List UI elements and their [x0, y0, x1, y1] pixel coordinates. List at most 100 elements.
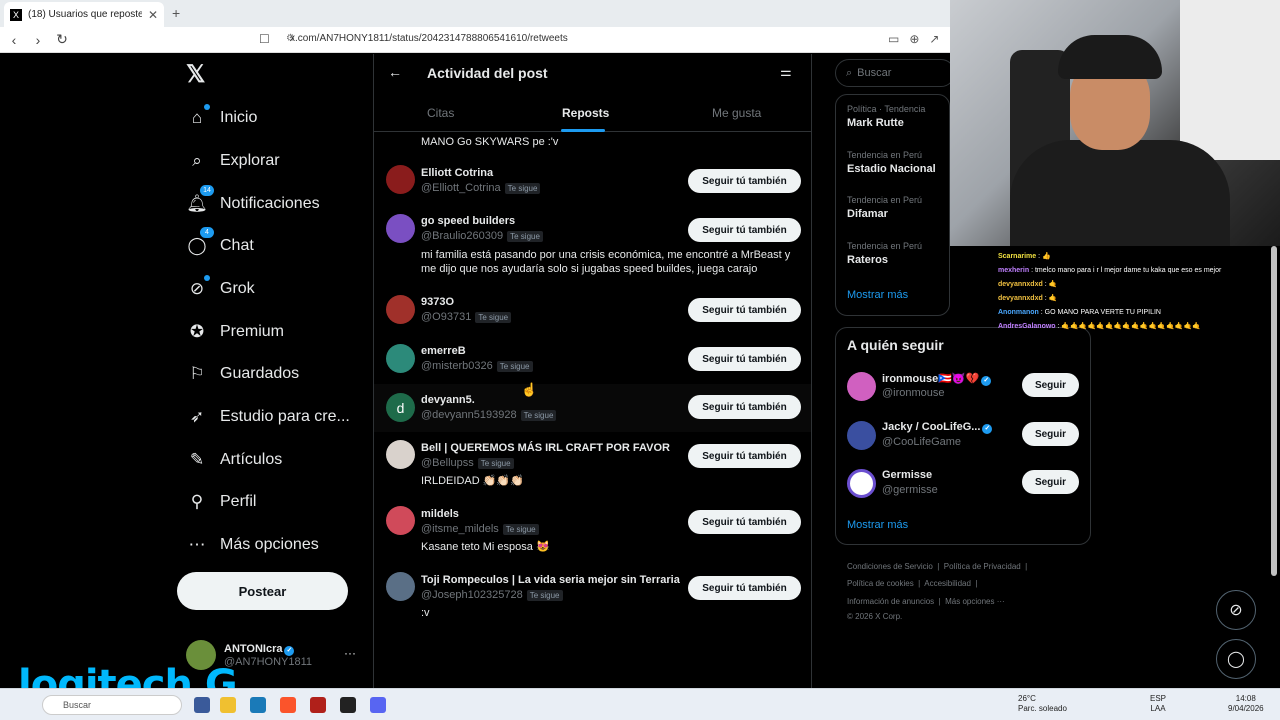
follow-back-button[interactable]: Seguir tú también [688, 510, 801, 534]
new-tab-button[interactable]: + [172, 5, 180, 21]
avatar[interactable]: d [386, 393, 415, 422]
reload-button[interactable]: ↻ [52, 31, 72, 48]
footer-link[interactable]: Política de Privacidad [944, 562, 1021, 571]
back-arrow-icon[interactable]: ← [388, 64, 402, 80]
zoom-icon[interactable]: ⊕ [909, 32, 919, 46]
list-item[interactable]: Elliott Cotrina @Elliott_Cotrina Te sigue… [374, 160, 811, 208]
url-field[interactable]: x.com/AN7HONY1811/status/204231478880654… [290, 33, 568, 44]
app-icon[interactable] [310, 697, 326, 713]
list-item[interactable]: Bell | QUEREMOS MÁS IRL CRAFT POR FAVOR … [374, 436, 811, 498]
user-name[interactable]: 9373O [421, 296, 454, 308]
list-item[interactable]: mildels @itsme_mildels Te sigue Seguir tú… [374, 502, 811, 564]
avatar[interactable] [847, 372, 876, 401]
sidebar-item-grok[interactable]: ⊘ Grok [186, 275, 255, 301]
trend-item[interactable]: Tendencia en Perú Difamar [847, 195, 922, 220]
clock[interactable]: 14:08 9/04/2026 [1228, 694, 1264, 714]
x-logo-icon[interactable]: 𝕏 [186, 60, 205, 89]
follow-button[interactable]: Seguir [1022, 422, 1079, 446]
taskbar-search[interactable]: Buscar [42, 695, 182, 715]
webcam-overlay [950, 0, 1280, 246]
user-name[interactable]: mildels [421, 508, 459, 520]
user-name[interactable]: devyann5. [421, 394, 475, 406]
user-name[interactable]: Toji Rompeculos | La vida seria mejor si… [421, 574, 680, 586]
file-explorer-icon[interactable] [220, 697, 236, 713]
trends-show-more-link[interactable]: Mostrar más [847, 289, 908, 301]
list-item[interactable]: emerreB @misterb0326 Te sigue Seguir tú t… [374, 339, 811, 387]
suggestion-handle: @ironmouse [882, 387, 945, 399]
sidebar-item-estudio[interactable]: ➶ Estudio para cre... [186, 405, 350, 429]
share-icon[interactable]: ↗ [929, 32, 939, 46]
avatar[interactable] [386, 506, 415, 535]
user-name[interactable]: Elliott Cotrina [421, 167, 493, 179]
sidebar-item-inicio[interactable]: ⌂ Inicio [186, 104, 257, 130]
tab-me-gusta[interactable]: Me gusta [712, 106, 761, 120]
weather-widget[interactable]: 26°C Parc. soleado [1018, 694, 1067, 714]
avatar[interactable] [847, 469, 876, 498]
article-icon: ✎ [189, 450, 205, 469]
user-name[interactable]: Bell | QUEREMOS MÁS IRL CRAFT POR FAVOR [421, 442, 670, 454]
follow-back-button[interactable]: Seguir tú también [688, 218, 801, 242]
tab-citas[interactable]: Citas [427, 106, 454, 120]
close-tab-icon[interactable]: ✕ [148, 8, 158, 22]
sidebar-item-explorar[interactable]: ⌕ Explorar [186, 149, 279, 173]
follow-button[interactable]: Seguir [1022, 470, 1079, 494]
chat-badge: 4 [200, 227, 214, 238]
bookmark-star-icon[interactable]: ☐ [259, 32, 270, 46]
follow-back-button[interactable]: Seguir tú también [688, 395, 801, 419]
follow-back-button[interactable]: Seguir tú también [688, 347, 801, 371]
avatar[interactable] [386, 440, 415, 469]
back-button[interactable]: ‹ [4, 32, 24, 48]
sidebar-item-premium[interactable]: ✪ Premium [186, 320, 284, 344]
grok-fab-icon[interactable]: ⊘ [1216, 590, 1256, 630]
footer-link[interactable]: Condiciones de Servicio [847, 562, 933, 571]
user-name[interactable]: emerreB [421, 345, 466, 357]
follow-back-button[interactable]: Seguir tú también [688, 169, 801, 193]
who-show-more-link[interactable]: Mostrar más [847, 519, 908, 531]
search-input[interactable]: ⌕ Buscar [835, 59, 955, 87]
suggestion-handle: @CooLifeGame [882, 436, 962, 448]
forward-button[interactable]: › [28, 32, 48, 48]
footer-link[interactable]: Accesibilidad [924, 579, 971, 588]
follow-back-button[interactable]: Seguir tú también [688, 576, 801, 600]
list-item[interactable]: go speed builders @Braulio260309 Te sigue… [374, 208, 811, 288]
brave-browser-icon[interactable] [280, 697, 296, 713]
list-item[interactable]: d devyann5. @devyann5193928 Te sigue Segu… [374, 384, 811, 432]
sidebar-item-perfil[interactable]: ⚲ Perfil [186, 490, 257, 514]
trend-item[interactable]: Tendencia en Perú Rateros [847, 241, 922, 266]
footer-link[interactable]: Política de cookies [847, 579, 914, 588]
list-item[interactable]: 9373O @O93731 Te sigue Seguir tú también [374, 290, 811, 338]
filter-settings-icon[interactable]: ⚌ [780, 64, 792, 80]
trend-item[interactable]: Tendencia en Perú Estadio Nacional [847, 150, 936, 175]
follow-back-button[interactable]: Seguir tú también [688, 298, 801, 322]
obs-icon[interactable] [340, 697, 356, 713]
avatar[interactable] [386, 165, 415, 194]
screenshot-icon[interactable]: ▭ [888, 32, 899, 46]
avatar[interactable] [386, 295, 415, 324]
follow-button[interactable]: Seguir [1022, 373, 1079, 397]
list-item[interactable]: Toji Rompeculos | La vida seria mejor si… [374, 568, 811, 630]
sidebar-item-guardados[interactable]: ⚐ Guardados [186, 362, 299, 386]
sidebar-item-label: Guardados [220, 365, 300, 382]
sidebar-item-articulos[interactable]: ✎ Artículos [186, 448, 282, 472]
tab-reposts[interactable]: Reposts [562, 106, 609, 120]
sidebar-item-chat[interactable]: ◯ 4 Chat [186, 227, 254, 258]
task-view-icon[interactable] [194, 697, 210, 713]
avatar[interactable] [847, 421, 876, 450]
avatar[interactable] [386, 572, 415, 601]
avatar[interactable] [386, 214, 415, 243]
messages-fab-icon[interactable]: ◯ [1216, 639, 1256, 679]
sidebar-item-notificaciones[interactable]: 🔔︎ 14 Notificaciones [186, 185, 320, 216]
sidebar-item-mas-opciones[interactable]: ⋯ Más opciones [186, 533, 319, 557]
account-more-icon[interactable]: ··· [344, 646, 356, 660]
discord-icon[interactable] [370, 697, 386, 713]
user-name[interactable]: go speed builders [421, 215, 515, 227]
browser-tab[interactable]: X (18) Usuarios que repostearon e ✕ [4, 2, 164, 27]
store-icon[interactable] [250, 697, 266, 713]
language-indicator[interactable]: ESP LAA [1150, 694, 1166, 714]
post-button[interactable]: Postear [177, 572, 348, 610]
footer-link[interactable]: Información de anuncios [847, 597, 934, 606]
avatar[interactable] [386, 344, 415, 373]
footer-link[interactable]: Más opciones ··· [945, 597, 1005, 606]
trend-item[interactable]: Política · Tendencia Mark Rutte [847, 104, 925, 129]
follow-back-button[interactable]: Seguir tú también [688, 444, 801, 468]
